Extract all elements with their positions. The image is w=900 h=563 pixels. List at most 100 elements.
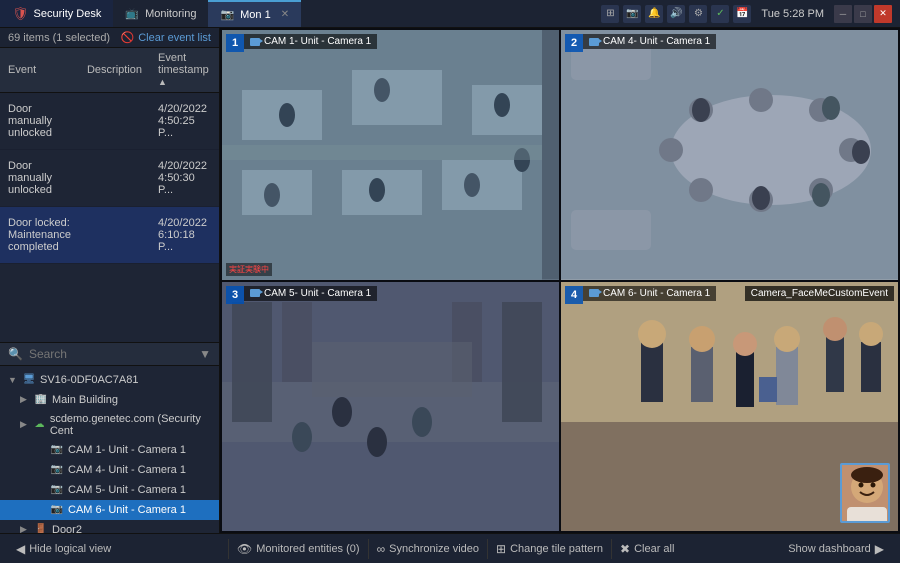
door-icon: 🚪: [34, 523, 48, 534]
tree-arrow: ▶: [20, 419, 29, 430]
camera-tile-2[interactable]: 2 CAM 4- Unit - Camera 1: [561, 30, 898, 280]
tab-close-button[interactable]: ✕: [281, 9, 289, 20]
entities-icon: 👁: [237, 542, 252, 556]
tree-arrow: ▶: [20, 394, 30, 405]
camera-label-4: CAM 6- Unit - Camera 1: [583, 286, 716, 301]
tree-label: CAM 6- Unit - Camera 1: [68, 504, 186, 516]
close-button[interactable]: ✕: [874, 5, 892, 23]
camera-tree-icon: 📷: [50, 443, 64, 457]
audio-icon[interactable]: 🔔: [645, 5, 663, 23]
camera-grid: 1 CAM 1- Unit - Camera 1: [220, 28, 900, 533]
event-table: Event Description Event timestamp Source…: [0, 48, 219, 264]
monitoring-label: Monitoring: [145, 8, 196, 20]
sync-icon: ∞: [377, 542, 386, 556]
clear-event-button[interactable]: 🚫 Clear event list: [121, 31, 211, 44]
col-description[interactable]: Description: [79, 48, 150, 93]
tree-item-cam1[interactable]: 📷 CAM 1- Unit - Camera 1: [0, 440, 219, 460]
filter-icon[interactable]: ▼: [199, 347, 211, 361]
monitor-icon: 📺: [125, 7, 139, 20]
tree-view: ▼ 🖥 SV16-0DF0AC7A81 ▶ 🏢 Main Building ▶ …: [0, 366, 219, 534]
security-desk-label: Security Desk: [34, 8, 102, 20]
maximize-button[interactable]: □: [854, 5, 872, 23]
volume-icon[interactable]: 🔊: [667, 5, 685, 23]
tree-label: Door2: [52, 524, 82, 534]
tree-item-cam5[interactable]: 📷 CAM 5- Unit - Camera 1: [0, 480, 219, 500]
event-name: Door manually unlocked: [0, 150, 79, 207]
clear-icon: 🚫: [121, 31, 135, 44]
camera-number-4: 4: [565, 286, 583, 304]
camera-label-1: CAM 1- Unit - Camera 1: [244, 34, 377, 49]
camera-sys-icon[interactable]: 📷: [623, 5, 641, 23]
show-dashboard-button[interactable]: Show dashboard ▶: [780, 539, 892, 559]
clear-all-label: Clear all: [634, 543, 674, 555]
cam-icon: [250, 289, 260, 297]
title-bar: 🛡 Security Desk 📺 Monitoring 📷 Mon 1 ✕ ⊞…: [0, 0, 900, 28]
col-timestamp[interactable]: Event timestamp: [150, 48, 217, 93]
ir-indicator-1: 実証実験中: [226, 263, 272, 276]
camera-label-2: CAM 4- Unit - Camera 1: [583, 34, 716, 49]
chevron-left-icon: ◀: [16, 542, 25, 556]
clear-all-button[interactable]: ✖ Clear all: [612, 539, 682, 559]
tab-monitoring[interactable]: 📺 Monitoring: [113, 0, 208, 27]
synchronize-video-button[interactable]: ∞ Synchronize video: [369, 539, 487, 559]
camera-tile-1[interactable]: 1 CAM 1- Unit - Camera 1: [222, 30, 559, 280]
main-content: 69 items (1 selected) 🚫 Clear event list…: [0, 28, 900, 533]
grid-icon: ⊞: [496, 542, 506, 556]
search-input[interactable]: [29, 347, 193, 361]
event-source: CAM 4- Unit - Camera 1: [217, 150, 219, 207]
show-dashboard-label: Show dashboard: [788, 543, 871, 555]
tab-security-desk[interactable]: 🛡 Security Desk: [0, 0, 113, 27]
event-time: 4/20/2022 4:50:30 P...: [150, 150, 217, 207]
event-row[interactable]: Door manually unlocked 4/20/2022 4:50:30…: [0, 150, 219, 207]
camera-feed-4: [561, 282, 898, 532]
tree-item-scdemo[interactable]: ▶ ☁ scdemo.genetec.com (Security Cent: [0, 410, 219, 440]
camera-tile-4[interactable]: 4 CAM 6- Unit - Camera 1 Camera_FaceMeCu…: [561, 282, 898, 532]
status-icon[interactable]: ✓: [711, 5, 729, 23]
bottom-toolbar: ◀ Hide logical view 👁 Monitored entities…: [0, 533, 900, 563]
calendar-icon[interactable]: 📅: [733, 5, 751, 23]
camera-tree-icon: 📷: [50, 483, 64, 497]
cam-icon: [250, 38, 260, 46]
network-icon[interactable]: ⊞: [601, 5, 619, 23]
shield-icon: 🛡: [12, 6, 29, 22]
event-header: 69 items (1 selected) 🚫 Clear event list: [0, 28, 219, 48]
settings-icon[interactable]: ⚙: [689, 5, 707, 23]
event-name: Door locked: Maintenance completed: [0, 207, 79, 264]
event-time: 4/20/2022 6:10:18 P...: [150, 207, 217, 264]
hide-logical-view-button[interactable]: ◀ Hide logical view: [8, 539, 119, 559]
minimize-button[interactable]: ─: [834, 5, 852, 23]
camera-tile-3[interactable]: 3 CAM 5- Unit - Camera 1: [222, 282, 559, 532]
camera-number-3: 3: [226, 286, 244, 304]
tab-mon1[interactable]: 📷 Mon 1 ✕: [208, 0, 301, 27]
synchronize-video-label: Synchronize video: [389, 543, 479, 555]
camera-tab-icon: 📷: [220, 8, 234, 21]
tree-item-cam6[interactable]: 📷 CAM 6- Unit - Camera 1: [0, 500, 219, 520]
tree-item-main-building[interactable]: ▶ 🏢 Main Building: [0, 390, 219, 410]
camera-feed-1: 実証実験中: [222, 30, 559, 280]
monitored-entities-label: Monitored entities (0): [256, 543, 359, 555]
search-box: 🔍 ▼: [0, 343, 219, 366]
tree-label: CAM 4- Unit - Camera 1: [68, 464, 186, 476]
monitored-entities-button[interactable]: 👁 Monitored entities (0): [229, 539, 368, 559]
camera-event-label-4: Camera_FaceMeCustomEvent: [745, 286, 894, 301]
clock: Tue 5:28 PM: [755, 8, 830, 20]
tree-item-door2[interactable]: ▶ 🚪 Door2: [0, 520, 219, 534]
change-tile-pattern-button[interactable]: ⊞ Change tile pattern: [488, 539, 611, 559]
search-icon: 🔍: [8, 347, 23, 361]
event-row[interactable]: Door manually unlocked 4/20/2022 4:50:25…: [0, 93, 219, 150]
event-desc: [79, 93, 150, 150]
col-source[interactable]: Source: [217, 48, 219, 93]
event-source: CAM 1- Unit - Camera 1: [217, 93, 219, 150]
change-tile-pattern-label: Change tile pattern: [510, 543, 603, 555]
col-event[interactable]: Event: [0, 48, 79, 93]
camera-tree-icon: 📷: [50, 463, 64, 477]
cam-icon: [589, 289, 599, 297]
tree-item-cam4[interactable]: 📷 CAM 4- Unit - Camera 1: [0, 460, 219, 480]
event-row[interactable]: Door locked: Maintenance completed 4/20/…: [0, 207, 219, 264]
window-controls: ─ □ ✕: [834, 5, 892, 23]
tree-item-sv16[interactable]: ▼ 🖥 SV16-0DF0AC7A81: [0, 370, 219, 390]
tree-arrow: ▶: [20, 524, 30, 533]
left-panel: 69 items (1 selected) 🚫 Clear event list…: [0, 28, 220, 533]
event-desc: [79, 150, 150, 207]
camera-feed-2: [561, 30, 898, 280]
